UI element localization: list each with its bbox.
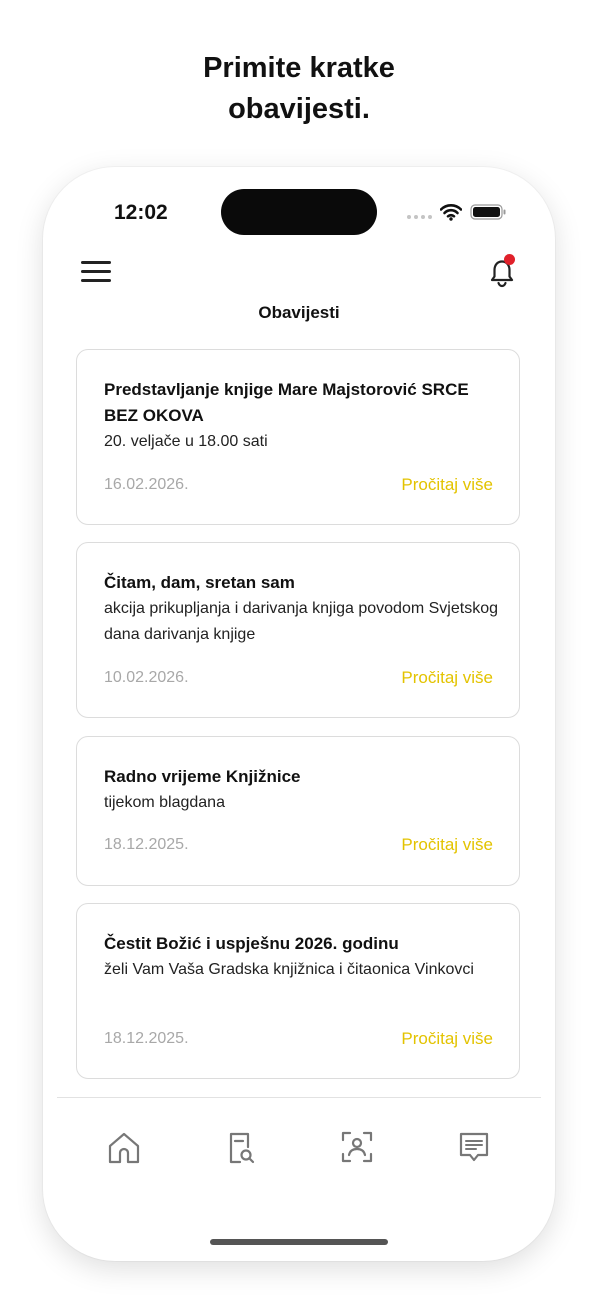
page-title: Obavijesti <box>258 303 340 322</box>
cellular-signal-icon <box>407 215 433 219</box>
read-more-link[interactable]: Pročitaj više <box>401 475 493 495</box>
scan-icon[interactable] <box>337 1127 377 1167</box>
status-bar: 12:02 <box>43 167 555 247</box>
notification-bell-icon[interactable] <box>483 253 521 291</box>
tab-bar-divider <box>57 1097 541 1098</box>
status-time: 12:02 <box>114 201 168 224</box>
notification-card[interactable]: Čitam, dam, sretan sam akcija prikupljan… <box>76 542 520 718</box>
notification-badge <box>504 254 515 265</box>
document-search-icon[interactable] <box>221 1127 261 1167</box>
notification-date: 18.12.2025. <box>104 1030 189 1047</box>
notification-description: tijekom blagdana <box>104 794 225 811</box>
read-more-link[interactable]: Pročitaj više <box>401 835 493 855</box>
dynamic-island <box>221 189 377 235</box>
headline: Primite kratke obavijesti. <box>0 48 598 130</box>
notification-card[interactable]: Radno vrijeme Knjižnice tijekom blagdana… <box>76 736 520 886</box>
phone-frame: 12:02 Obavijesti Predstavljanje knjige M… <box>43 167 555 1261</box>
read-more-link[interactable]: Pročitaj više <box>401 668 493 688</box>
battery-icon <box>470 204 506 220</box>
notification-description: 20. veljače u 18.00 sati <box>104 433 268 450</box>
message-icon[interactable] <box>454 1127 494 1167</box>
notification-date: 16.02.2026. <box>104 476 189 493</box>
notification-title: Čitam, dam, sretan sam <box>104 573 295 592</box>
wifi-icon <box>440 204 462 221</box>
notification-title: Čestit Božić i uspješnu 2026. godinu <box>104 934 399 953</box>
notification-description: želi Vam Vaša Gradska knjižnica i čitaon… <box>104 961 474 978</box>
notification-card[interactable]: Predstavljanje knjige Mare Majstorović S… <box>76 349 520 525</box>
notification-date: 10.02.2026. <box>104 669 189 686</box>
notification-title: Radno vrijeme Knjižnice <box>104 767 301 786</box>
notification-card[interactable]: Čestit Božić i uspješnu 2026. godinu žel… <box>76 903 520 1079</box>
home-icon[interactable] <box>104 1127 144 1167</box>
read-more-link[interactable]: Pročitaj više <box>401 1029 493 1049</box>
home-indicator <box>210 1239 388 1245</box>
notification-title: Predstavljanje knjige Mare Majstorović S… <box>104 380 469 425</box>
headline-line-1: Primite kratke <box>203 52 395 84</box>
headline-line-2: obavijesti. <box>228 93 370 125</box>
hamburger-menu-icon[interactable] <box>79 257 113 287</box>
notification-description: akcija prikupljanja i darivanja knjiga p… <box>104 600 498 643</box>
notification-date: 18.12.2025. <box>104 836 189 853</box>
